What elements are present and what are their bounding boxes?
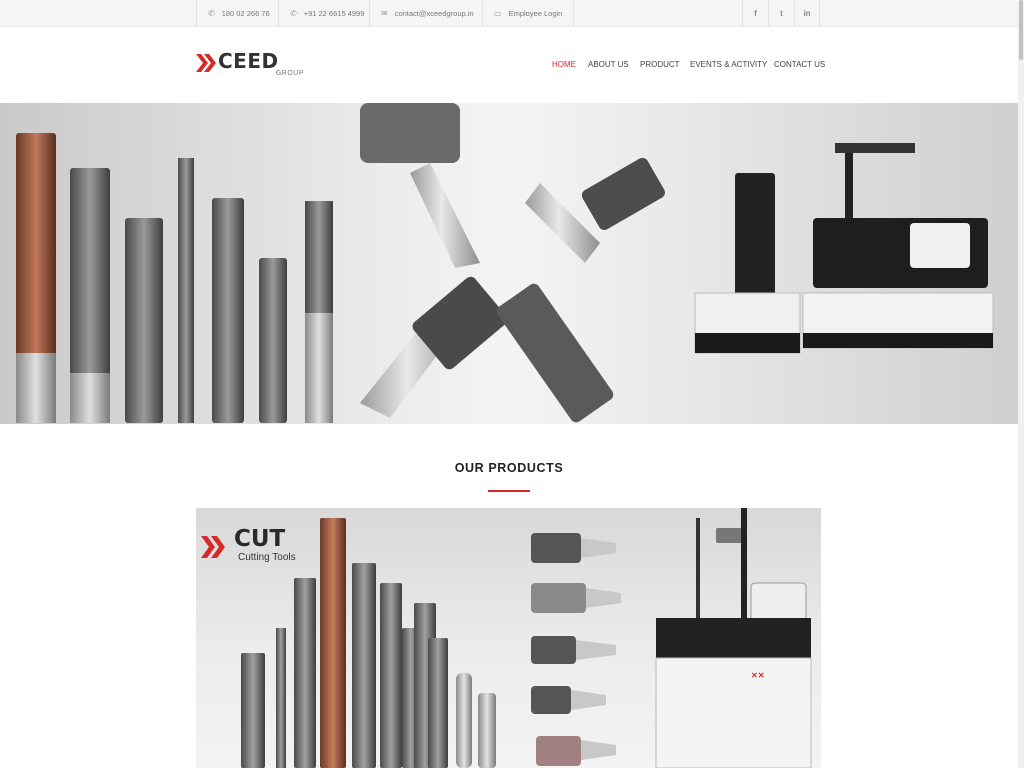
linkedin-icon: in (803, 9, 811, 18)
nav-contact-us[interactable]: CONTACT US (774, 60, 825, 72)
twitter-link[interactable]: t (768, 0, 794, 27)
twitter-icon: t (780, 9, 783, 18)
product-brand-text: CUT (234, 526, 286, 552)
section-underline (488, 490, 530, 492)
linkedin-link[interactable]: in (794, 0, 820, 27)
site-header: CEED GROUP HOME ABOUT US PRODUCT EVENTS … (0, 27, 1018, 103)
logo-subtitle: GROUP (275, 70, 304, 77)
hero-banner (0, 103, 1018, 424)
envelope-icon: ✉ (381, 9, 388, 18)
nav-product[interactable]: PRODUCT (640, 60, 680, 72)
nav-events-activity[interactable]: EVENTS & ACTIVITY (690, 60, 767, 72)
phone-landline-text: +91 22 6615 4999 (303, 9, 365, 18)
svg-text:✕✕: ✕✕ (751, 671, 764, 680)
phone-landline[interactable]: ✆ +91 22 6615 4999 (278, 0, 364, 27)
top-bar-inner: ✆ 180 02 266 76 ✆ +91 22 6615 4999 ✉ con… (196, 0, 821, 27)
scrollbar-thumb[interactable] (1019, 0, 1023, 60)
employee-login-link[interactable]: ▭ Employee Login (482, 0, 575, 27)
product-banner[interactable]: ✕✕ CUT Cutting Tools (196, 508, 821, 768)
email-text: contact@xceedgroup.in (394, 9, 474, 18)
nav-home[interactable]: HOME (552, 60, 576, 72)
phone-tollfree[interactable]: ✆ 180 02 266 76 (196, 0, 270, 27)
section-title: OUR PRODUCTS (454, 461, 564, 475)
phone-icon: ✆ (208, 9, 215, 18)
employee-login-text: Employee Login (508, 9, 563, 18)
facebook-link[interactable]: f (742, 0, 768, 27)
site-logo[interactable]: CEED GROUP (196, 49, 306, 79)
logo-x-icon (196, 54, 216, 72)
logo-text: CEED (218, 49, 279, 73)
hero-tools-illustration (16, 103, 994, 423)
product-tagline: Cutting Tools (238, 552, 296, 563)
phone-icon: ✆ (290, 9, 297, 18)
nav-about-us[interactable]: ABOUT US (588, 60, 629, 72)
phone-tollfree-text: 180 02 266 76 (221, 9, 270, 18)
facebook-icon: f (754, 9, 757, 18)
product-illustration: ✕✕ (201, 508, 812, 768)
top-bar: ✆ 180 02 266 76 ✆ +91 22 6615 4999 ✉ con… (0, 0, 1018, 27)
vertical-scrollbar[interactable] (1018, 0, 1024, 768)
email-link[interactable]: ✉ contact@xceedgroup.in (369, 0, 474, 27)
user-icon: ▭ (494, 9, 502, 18)
